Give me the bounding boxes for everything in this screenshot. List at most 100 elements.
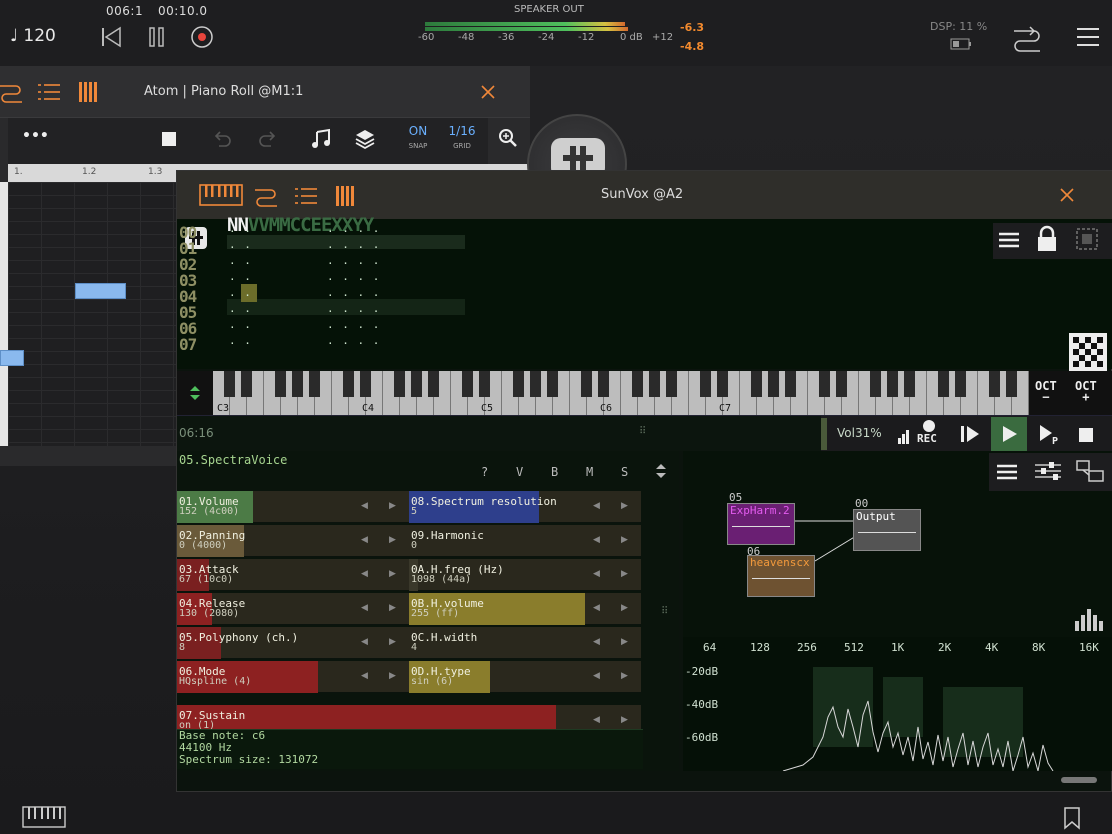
black-key[interactable] xyxy=(819,371,830,397)
list-icon[interactable] xyxy=(38,82,62,102)
increment-arrow[interactable]: ▶ xyxy=(621,569,628,579)
module-tab[interactable]: V xyxy=(516,465,523,479)
black-key[interactable] xyxy=(394,371,405,397)
increment-arrow[interactable]: ▶ xyxy=(389,637,396,647)
close-icon[interactable] xyxy=(480,84,496,100)
pattern-cell[interactable]: · · xyxy=(229,241,252,254)
pause-icon[interactable] xyxy=(146,26,168,48)
redo-icon[interactable] xyxy=(258,130,278,148)
black-key[interactable] xyxy=(530,371,541,397)
black-key[interactable] xyxy=(751,371,762,397)
increment-arrow[interactable]: ▶ xyxy=(389,501,396,511)
bookmark-icon[interactable] xyxy=(1062,806,1082,830)
controller-slider[interactable]: 06.Mode HQspline (4) ◀ ▶ xyxy=(177,661,409,693)
controller-slider[interactable]: 0B.H.volume 255 (ff) ◀ ▶ xyxy=(409,593,641,625)
keyboard-icon[interactable] xyxy=(199,184,243,206)
module-layout-icon[interactable] xyxy=(1075,459,1105,483)
menu-icon[interactable] xyxy=(1076,26,1100,48)
snap-value[interactable]: ON xyxy=(398,124,438,138)
black-key[interactable] xyxy=(666,371,677,397)
note-block[interactable] xyxy=(0,350,24,366)
black-key[interactable] xyxy=(428,371,439,397)
increment-arrow[interactable]: ▶ xyxy=(389,671,396,681)
pattern-cell[interactable]: · · · · xyxy=(327,337,380,350)
module-tab[interactable]: S xyxy=(621,465,628,479)
module-exp-harm[interactable]: ExpHarm.2 xyxy=(727,503,795,545)
controller-slider[interactable]: 02.Panning 0 (4000) ◀ ▶ xyxy=(177,525,409,557)
black-key[interactable] xyxy=(989,371,1000,397)
increment-arrow[interactable]: ▶ xyxy=(621,637,628,647)
increment-arrow[interactable]: ▶ xyxy=(621,715,628,725)
record-icon[interactable] xyxy=(190,25,214,49)
play-pattern-icon[interactable]: P xyxy=(1037,422,1063,446)
module-heavenscx[interactable]: heavenscx xyxy=(747,555,815,597)
pattern-cell[interactable]: · · · · xyxy=(327,305,380,318)
routing-icon[interactable] xyxy=(1012,24,1042,52)
mixer-icon[interactable] xyxy=(1033,459,1063,483)
black-key[interactable] xyxy=(462,371,473,397)
sunvox-titlebar[interactable]: SunVox @A2 xyxy=(177,171,1112,219)
drag-handle[interactable]: ⠿ xyxy=(661,606,668,617)
module-tab[interactable]: B xyxy=(551,465,558,479)
controller-slider[interactable]: 09.Harmonic 0 ◀ ▶ xyxy=(409,525,641,557)
increment-arrow[interactable]: ▶ xyxy=(389,569,396,579)
increment-arrow[interactable]: ▶ xyxy=(621,535,628,545)
rewind-icon[interactable] xyxy=(100,26,122,48)
increment-arrow[interactable]: ▶ xyxy=(621,501,628,511)
pattern-cell[interactable]: · · · · xyxy=(327,289,380,302)
pattern-row-number[interactable]: 07 xyxy=(179,335,197,354)
layers-icon[interactable] xyxy=(354,128,376,150)
pattern-cell[interactable]: · · xyxy=(229,273,252,286)
pattern-cell[interactable]: · · · · xyxy=(327,241,380,254)
zoom-icon[interactable] xyxy=(498,128,518,148)
black-key[interactable] xyxy=(241,371,252,397)
list-icon[interactable] xyxy=(295,186,319,206)
black-key[interactable] xyxy=(632,371,643,397)
decrement-arrow[interactable]: ◀ xyxy=(361,671,368,681)
decrement-arrow[interactable]: ◀ xyxy=(593,671,600,681)
black-key[interactable] xyxy=(224,371,235,397)
octave-down-button[interactable]: OCT − xyxy=(1035,379,1057,403)
controller-slider[interactable]: 0C.H.width 4 ◀ ▶ xyxy=(409,627,641,659)
module-tab[interactable]: ? xyxy=(481,465,488,479)
controller-slider[interactable]: 0A.H.freq (Hz) 1098 (44a) ◀ ▶ xyxy=(409,559,641,591)
increment-arrow[interactable]: ▶ xyxy=(389,535,396,545)
volume-readout[interactable]: Vol31% xyxy=(837,426,882,440)
pattern-cell[interactable]: · · · · xyxy=(327,321,380,334)
module-tab[interactable]: M xyxy=(586,465,593,479)
black-key[interactable] xyxy=(887,371,898,397)
routing-icon[interactable] xyxy=(0,80,24,104)
decrement-arrow[interactable]: ◀ xyxy=(361,535,368,545)
keyboard-scroll[interactable] xyxy=(177,371,213,415)
record-button[interactable]: REC xyxy=(917,420,937,445)
scroll-arrows-icon[interactable] xyxy=(655,463,667,479)
close-icon[interactable] xyxy=(1059,187,1075,203)
lock-icon[interactable] xyxy=(1035,225,1059,253)
black-key[interactable] xyxy=(1006,371,1017,397)
black-key[interactable] xyxy=(768,371,779,397)
piano-roll-titlebar[interactable]: Atom | Piano Roll @M1:1 xyxy=(0,66,530,118)
pattern-cell[interactable]: · · xyxy=(229,305,252,318)
increment-arrow[interactable]: ▶ xyxy=(621,603,628,613)
pattern-editor[interactable]: NNVVMMCCEEXXYY 00 · · · · · · 01 · · · · · · 0… xyxy=(177,214,1112,371)
decrement-arrow[interactable]: ◀ xyxy=(361,637,368,647)
note-block[interactable] xyxy=(75,283,126,299)
module-output[interactable]: Output xyxy=(853,509,921,551)
pattern-icon[interactable] xyxy=(78,80,100,104)
black-key[interactable] xyxy=(309,371,320,397)
pattern-icon[interactable] xyxy=(335,184,357,208)
grid-value[interactable]: 1/16 xyxy=(442,124,482,138)
pattern-cell[interactable]: · · xyxy=(229,225,252,238)
pattern-cell[interactable]: · · · · xyxy=(327,273,380,286)
black-key[interactable] xyxy=(717,371,728,397)
menu-icon[interactable] xyxy=(995,461,1019,483)
controller-slider[interactable]: 03.Attack 67 (10c0) ◀ ▶ xyxy=(177,559,409,591)
black-key[interactable] xyxy=(360,371,371,397)
drag-handle[interactable]: ⠿ xyxy=(639,426,646,437)
pattern-cell[interactable]: · · xyxy=(229,321,252,334)
black-key[interactable] xyxy=(513,371,524,397)
black-key[interactable] xyxy=(343,371,354,397)
visualizer-icon[interactable] xyxy=(1069,333,1107,371)
controller-slider[interactable]: 01.Volume 152 (4c00) ◀ ▶ xyxy=(177,491,409,523)
black-key[interactable] xyxy=(547,371,558,397)
